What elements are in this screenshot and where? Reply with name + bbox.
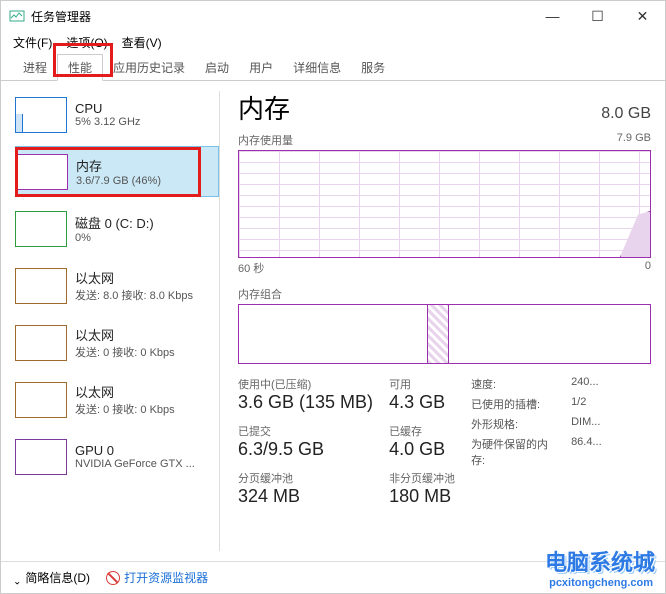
memory-composition-chart[interactable] <box>238 304 651 364</box>
slots-val: 1/2 <box>571 396 586 412</box>
tab-startup[interactable]: 启动 <box>195 55 239 80</box>
memory-label: 内存 <box>76 156 161 175</box>
cached-label: 已缓存 <box>389 423 455 439</box>
net1-thumb <box>15 268 67 304</box>
window-title: 任务管理器 <box>31 8 530 25</box>
gpu-label: GPU 0 <box>75 443 195 458</box>
memory-sub: 3.6/7.9 GB (46%) <box>76 175 161 187</box>
cached-value: 4.0 GB <box>389 439 455 460</box>
reserved-key: 为硬件保留的内存: <box>471 436 561 468</box>
gpu-thumb <box>15 439 67 475</box>
detail-pane: 内存 8.0 GB 内存使用量 7.9 GB 60 秒 0 内存组合 使用中(已… <box>220 81 665 561</box>
close-button[interactable]: ✕ <box>620 1 665 31</box>
available-label: 可用 <box>389 376 455 392</box>
committed-value: 6.3/9.5 GB <box>238 439 373 460</box>
sidebar-item-ethernet-2[interactable]: 以太网发送: 0 接收: 0 Kbps <box>15 317 219 368</box>
disk-label: 磁盘 0 (C: D:) <box>75 213 154 232</box>
usage-chart-label: 内存使用量 <box>238 132 293 148</box>
in-use-value: 3.6 GB (135 MB) <box>238 392 373 413</box>
net3-label: 以太网 <box>75 382 175 401</box>
committed-label: 已提交 <box>238 423 373 439</box>
sidebar-item-ethernet-3[interactable]: 以太网发送: 0 接收: 0 Kbps <box>15 374 219 425</box>
nonpaged-label: 非分页缓冲池 <box>389 470 455 486</box>
usage-chart-max: 7.9 GB <box>617 132 651 148</box>
net2-label: 以太网 <box>75 325 175 344</box>
cpu-label: CPU <box>75 101 140 116</box>
menu-options[interactable]: 选项(O) <box>60 32 113 53</box>
menubar: 文件(F) 选项(O) 查看(V) <box>1 31 665 53</box>
speed-key: 速度: <box>471 376 561 392</box>
composition-label: 内存组合 <box>238 286 651 302</box>
cpu-sub: 5% 3.12 GHz <box>75 116 140 128</box>
tabbar: 进程 性能 应用历史记录 启动 用户 详细信息 服务 <box>1 53 665 81</box>
tab-performance[interactable]: 性能 <box>57 54 103 81</box>
cpu-thumb <box>15 97 67 133</box>
maximize-button[interactable]: ☐ <box>575 1 620 31</box>
open-resource-monitor-link[interactable]: 打开资源监视器 <box>106 569 208 586</box>
gpu-sub: NVIDIA GeForce GTX ... <box>75 458 195 470</box>
sidebar-item-memory[interactable]: 内存3.6/7.9 GB (46%) <box>15 146 219 197</box>
net3-thumb <box>15 382 67 418</box>
tab-processes[interactable]: 进程 <box>13 55 57 80</box>
resmon-icon <box>106 571 120 585</box>
in-use-label: 使用中(已压缩) <box>238 376 373 392</box>
net3-sub: 发送: 0 接收: 0 Kbps <box>75 401 175 417</box>
detail-heading: 内存 <box>238 89 290 126</box>
menu-view[interactable]: 查看(V) <box>116 32 168 53</box>
available-value: 4.3 GB <box>389 392 455 413</box>
watermark-url: pcxitongcheng.com <box>549 577 653 589</box>
memory-usage-chart[interactable] <box>238 150 651 258</box>
sidebar-item-ethernet-1[interactable]: 以太网发送: 8.0 接收: 8.0 Kbps <box>15 260 219 311</box>
disk-sub: 0% <box>75 232 154 244</box>
titlebar: 任务管理器 — ☐ ✕ <box>1 1 665 31</box>
sidebar-item-disk[interactable]: 磁盘 0 (C: D:)0% <box>15 203 219 254</box>
slots-key: 已使用的插槽: <box>471 396 561 412</box>
nonpaged-value: 180 MB <box>389 486 455 507</box>
disk-thumb <box>15 211 67 247</box>
form-val: DIM... <box>571 416 600 432</box>
stats-grid: 使用中(已压缩)3.6 GB (135 MB) 已提交6.3/9.5 GB 分页… <box>238 376 651 507</box>
tab-services[interactable]: 服务 <box>351 55 395 80</box>
chevron-up-icon: ⌃ <box>13 574 21 585</box>
detail-capacity: 8.0 GB <box>601 105 651 123</box>
paged-value: 324 MB <box>238 486 373 507</box>
tab-app-history[interactable]: 应用历史记录 <box>103 55 195 80</box>
memory-thumb <box>16 154 68 190</box>
speed-val: 240... <box>571 376 599 392</box>
net2-thumb <box>15 325 67 361</box>
x-axis-start: 60 秒 <box>238 260 264 276</box>
reserved-val: 86.4... <box>571 436 602 468</box>
net1-sub: 发送: 8.0 接收: 8.0 Kbps <box>75 287 193 303</box>
fewer-details-button[interactable]: ⌃简略信息(D) <box>13 569 90 586</box>
perf-sidebar: CPU5% 3.12 GHz 内存3.6/7.9 GB (46%) 磁盘 0 (… <box>1 81 219 561</box>
minimize-button[interactable]: — <box>530 1 575 31</box>
sidebar-item-gpu[interactable]: GPU 0NVIDIA GeForce GTX ... <box>15 431 219 482</box>
net2-sub: 发送: 0 接收: 0 Kbps <box>75 344 175 360</box>
taskmgr-icon <box>9 8 25 24</box>
x-axis-end: 0 <box>645 260 651 276</box>
paged-label: 分页缓冲池 <box>238 470 373 486</box>
sidebar-item-cpu[interactable]: CPU5% 3.12 GHz <box>15 89 219 140</box>
net1-label: 以太网 <box>75 268 193 287</box>
tab-details[interactable]: 详细信息 <box>283 55 351 80</box>
form-key: 外形规格: <box>471 416 561 432</box>
menu-file[interactable]: 文件(F) <box>7 32 58 53</box>
tab-users[interactable]: 用户 <box>239 55 283 80</box>
